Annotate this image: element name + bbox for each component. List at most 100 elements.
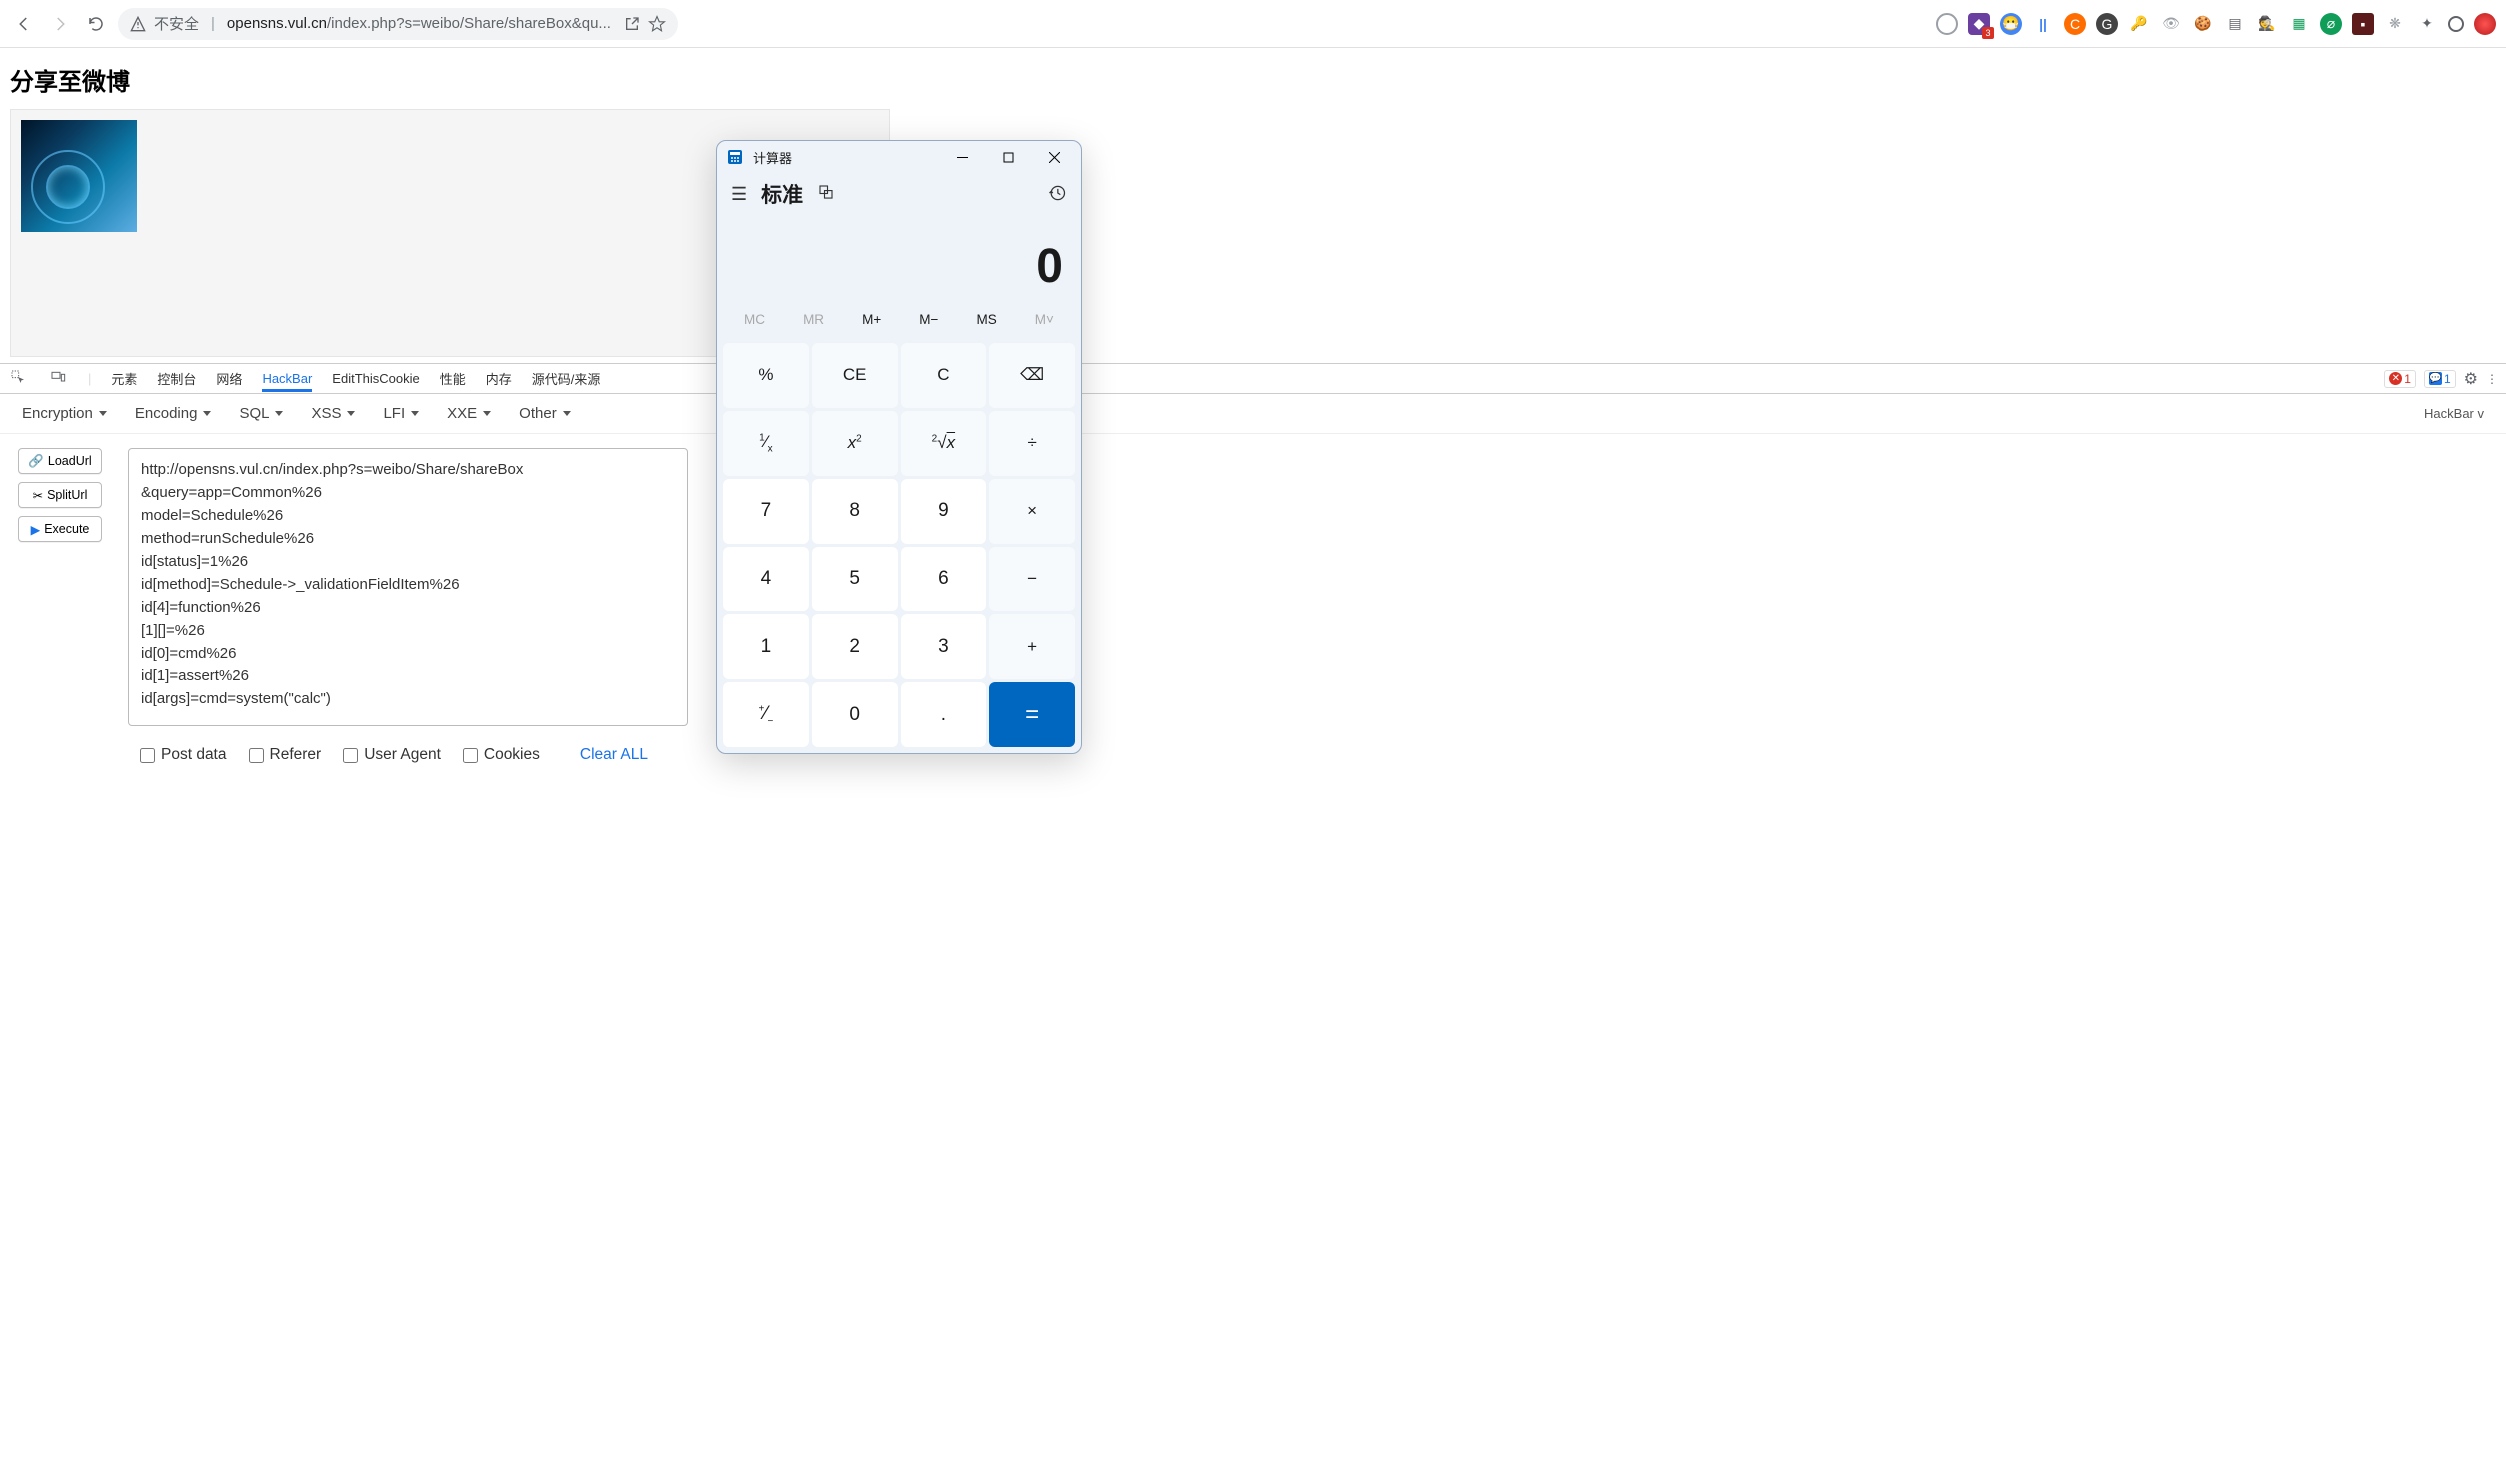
- url-text: opensns.vul.cn/index.php?s=weibo/Share/s…: [227, 15, 616, 32]
- key-plus[interactable]: +: [989, 614, 1075, 679]
- clear-all-link[interactable]: Clear ALL: [580, 746, 648, 764]
- more-icon[interactable]: ⋮: [2486, 372, 2498, 386]
- key-decimal[interactable]: .: [901, 682, 987, 747]
- tab-elements[interactable]: 元素: [111, 363, 137, 394]
- reload-button[interactable]: [82, 10, 110, 38]
- share-icon[interactable]: [624, 16, 640, 32]
- useragent-checkbox[interactable]: User Agent: [343, 746, 441, 764]
- key-divide[interactable]: ÷: [989, 411, 1075, 476]
- ext-dark-icon[interactable]: ▪: [2352, 13, 2374, 35]
- key-reciprocal[interactable]: 1⁄x: [723, 411, 809, 476]
- ext-lib-icon[interactable]: ▤: [2224, 13, 2246, 35]
- ext-sun-icon[interactable]: ❋: [2384, 13, 2406, 35]
- mem-mr: MR: [795, 308, 832, 331]
- back-button[interactable]: [10, 10, 38, 38]
- key-percent[interactable]: %: [723, 343, 809, 408]
- load-url-button[interactable]: 🔗LoadUrl: [18, 448, 102, 474]
- key-equals[interactable]: =: [989, 682, 1075, 747]
- key-1[interactable]: 1: [723, 614, 809, 679]
- ext-g-icon[interactable]: G: [2096, 13, 2118, 35]
- mem-mminus[interactable]: M−: [911, 308, 946, 331]
- tab-console[interactable]: 控制台: [157, 363, 196, 394]
- settings-icon[interactable]: ⚙: [2464, 369, 2478, 389]
- key-6[interactable]: 6: [901, 547, 987, 612]
- tab-network[interactable]: 网络: [216, 363, 242, 394]
- inspect-icon[interactable]: [8, 369, 28, 388]
- ext-green-icon[interactable]: ⌀: [2320, 13, 2342, 35]
- address-bar[interactable]: 不安全 | opensns.vul.cn/index.php?s=weibo/S…: [118, 8, 678, 40]
- ext-pause-icon[interactable]: ||: [2032, 13, 2054, 35]
- ext-circle-icon[interactable]: [1936, 13, 1958, 35]
- memory-row: MC MR M+ M− MS M˅: [717, 302, 1081, 341]
- hackbar-main: 🔗LoadUrl ✂SplitUrl ▶Execute: [0, 434, 2506, 740]
- history-icon[interactable]: [1047, 183, 1067, 206]
- key-negate[interactable]: +⁄−: [723, 682, 809, 747]
- star-icon[interactable]: [648, 15, 666, 33]
- browser-toolbar: 不安全 | opensns.vul.cn/index.php?s=weibo/S…: [0, 0, 2506, 48]
- ext-puzzle-icon[interactable]: ✦: [2416, 13, 2438, 35]
- mem-mplus[interactable]: M+: [854, 308, 889, 331]
- menu-sql[interactable]: SQL: [239, 405, 283, 422]
- calculator-header: ☰ 标准: [717, 173, 1081, 215]
- menu-xss[interactable]: XSS: [311, 405, 355, 422]
- ext-key-icon[interactable]: 🔑: [2128, 13, 2150, 35]
- maximize-button[interactable]: [985, 142, 1031, 172]
- key-2[interactable]: 2: [812, 614, 898, 679]
- ext-badge-icon[interactable]: ◆3: [1968, 13, 1990, 35]
- hamburger-icon[interactable]: ☰: [731, 184, 747, 205]
- menu-lfi[interactable]: LFI: [383, 405, 419, 422]
- calculator-app-icon: [727, 149, 743, 165]
- forward-button[interactable]: [46, 10, 74, 38]
- calculator-titlebar[interactable]: 计算器: [717, 141, 1081, 173]
- key-backspace[interactable]: ⌫: [989, 343, 1075, 408]
- hackbar-options: Post data Referer User Agent Cookies Cle…: [0, 740, 2506, 764]
- calculator-keypad: % CE C ⌫ 1⁄x x2 2√x ÷ 7 8 9 × 4 5 6 − 1 …: [717, 341, 1081, 753]
- post-data-checkbox[interactable]: Post data: [140, 746, 227, 764]
- split-url-button[interactable]: ✂SplitUrl: [18, 482, 102, 508]
- payload-textarea[interactable]: [128, 448, 688, 726]
- key-9[interactable]: 9: [901, 479, 987, 544]
- ext-square-icon[interactable]: [2448, 16, 2464, 32]
- referer-checkbox[interactable]: Referer: [249, 746, 322, 764]
- tab-sources[interactable]: 源代码/来源: [532, 363, 601, 394]
- ext-orange-icon[interactable]: C: [2064, 13, 2086, 35]
- ext-eye-icon[interactable]: 👁: [2160, 13, 2182, 35]
- key-c[interactable]: C: [901, 343, 987, 408]
- key-square[interactable]: x2: [812, 411, 898, 476]
- ext-incognito-icon[interactable]: 🕵️: [2256, 13, 2278, 35]
- cookies-checkbox[interactable]: Cookies: [463, 746, 540, 764]
- menu-encryption[interactable]: Encryption: [22, 405, 107, 422]
- tab-memory[interactable]: 内存: [486, 363, 512, 394]
- device-icon[interactable]: [48, 369, 68, 388]
- tab-hackbar[interactable]: HackBar: [262, 365, 312, 392]
- key-3[interactable]: 3: [901, 614, 987, 679]
- devtools-panel: | 元素 控制台 网络 HackBar EditThisCookie 性能 内存…: [0, 363, 2506, 764]
- key-multiply[interactable]: ×: [989, 479, 1075, 544]
- ext-cookie-icon[interactable]: 🍪: [2192, 13, 2214, 35]
- key-7[interactable]: 7: [723, 479, 809, 544]
- key-minus[interactable]: −: [989, 547, 1075, 612]
- share-thumbnail[interactable]: [21, 120, 137, 232]
- key-8[interactable]: 8: [812, 479, 898, 544]
- mem-ms[interactable]: MS: [968, 308, 1004, 331]
- keep-on-top-icon[interactable]: [817, 183, 835, 206]
- ext-grid-icon[interactable]: ▦: [2288, 13, 2310, 35]
- close-button[interactable]: [1031, 142, 1077, 172]
- execute-button[interactable]: ▶Execute: [18, 516, 102, 542]
- key-5[interactable]: 5: [812, 547, 898, 612]
- key-sqrt[interactable]: 2√x: [901, 411, 987, 476]
- error-badge[interactable]: ✕1: [2384, 370, 2416, 388]
- key-0[interactable]: 0: [812, 682, 898, 747]
- menu-other[interactable]: Other: [519, 405, 571, 422]
- menu-xxe[interactable]: XXE: [447, 405, 491, 422]
- key-4[interactable]: 4: [723, 547, 809, 612]
- tab-performance[interactable]: 性能: [440, 363, 466, 394]
- menu-encoding[interactable]: Encoding: [135, 405, 212, 422]
- message-badge[interactable]: 💬1: [2424, 370, 2456, 388]
- tab-editcookie[interactable]: EditThisCookie: [332, 365, 419, 392]
- ext-mask-icon[interactable]: 😷: [2000, 13, 2022, 35]
- key-ce[interactable]: CE: [812, 343, 898, 408]
- profile-avatar[interactable]: [2474, 13, 2496, 35]
- mem-mdown: M˅: [1027, 308, 1062, 331]
- minimize-button[interactable]: [939, 142, 985, 172]
